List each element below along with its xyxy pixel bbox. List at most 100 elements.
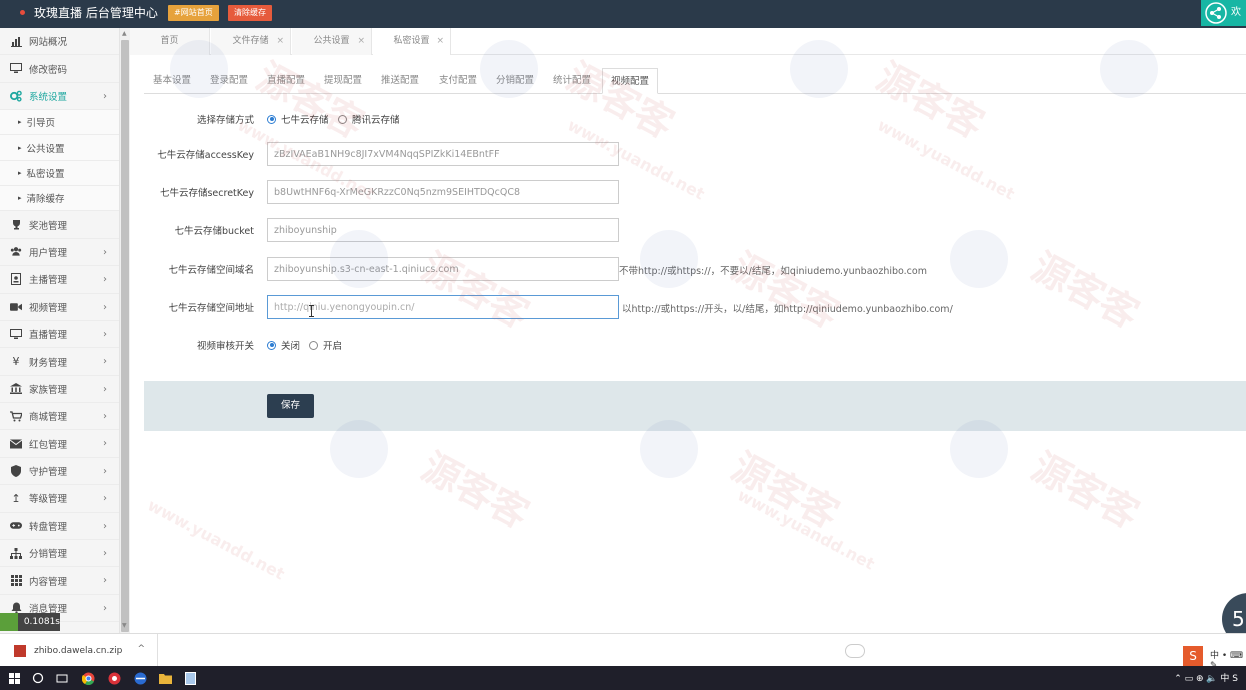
tab-public-settings[interactable]: 公共设置 ×: [292, 28, 372, 55]
video-icon: [10, 301, 22, 313]
zip-file-icon: [14, 644, 26, 657]
sidebar-item-live[interactable]: 直播管理 ›: [0, 321, 119, 349]
sidebar-item-videos[interactable]: 视频管理 ›: [0, 294, 119, 321]
radio-tencent[interactable]: 腾讯云存储: [338, 112, 400, 126]
share-icon: [1205, 2, 1227, 24]
sidebar-subitem-private[interactable]: ▸ 私密设置: [0, 160, 119, 187]
download-item[interactable]: zhibo.dawela.cn.zip ^: [0, 634, 158, 667]
sogou-ime-icon[interactable]: S: [1183, 646, 1203, 666]
sidebar-item-family[interactable]: 家族管理 ›: [0, 376, 119, 404]
task-view-icon[interactable]: [54, 670, 70, 686]
watermark-text: 源客客: [249, 54, 372, 147]
save-button[interactable]: 保存: [267, 394, 314, 418]
load-time: 0.1081s: [23, 617, 60, 627]
subtab-basic[interactable]: 基本设置: [153, 68, 191, 94]
access-key-input[interactable]: [267, 142, 619, 166]
subtab-video[interactable]: 视频配置: [602, 68, 659, 94]
scroll-thumb[interactable]: [121, 40, 129, 632]
sidebar-item-mall[interactable]: 商城管理 ›: [0, 403, 119, 431]
radio-qiniu[interactable]: 七牛云存储: [267, 112, 329, 126]
video-review-label: 视频审核开关: [196, 341, 254, 352]
secret-key-input[interactable]: [267, 180, 619, 204]
share-button[interactable]: [1201, 0, 1231, 26]
sidebar-subitem-public[interactable]: ▸ 公共设置: [0, 135, 119, 161]
watermark-text: 源客客: [869, 54, 992, 147]
sidebar-item-finance[interactable]: ¥ 财务管理 ›: [0, 348, 119, 376]
sidebar-item-system-settings[interactable]: 系统设置 ›: [0, 83, 119, 111]
cart-icon: [10, 410, 22, 422]
scroll-down-icon[interactable]: ▼: [122, 622, 127, 629]
app-red-icon[interactable]: [106, 670, 122, 686]
chevron-up-icon[interactable]: ^: [137, 644, 145, 654]
chevron-right-icon: ›: [103, 548, 107, 560]
desktop-icon: [10, 328, 22, 340]
close-icon[interactable]: ×: [436, 28, 444, 55]
subtab-statistics[interactable]: 统计配置: [553, 68, 591, 94]
chrome-icon[interactable]: [80, 670, 96, 686]
subtab-live[interactable]: 直播配置: [267, 68, 305, 94]
sidebar-item-red-packet[interactable]: 红包管理 ›: [0, 430, 119, 458]
close-icon[interactable]: ×: [276, 28, 284, 55]
watermark-text: 源客客: [559, 54, 682, 147]
chevron-right-icon: ›: [103, 274, 107, 286]
watermark-text: 源客客: [1024, 244, 1147, 337]
subtab-payment[interactable]: 支付配置: [439, 68, 477, 94]
sidebar-item-label: 直播管理: [29, 330, 68, 342]
tab-file-storage[interactable]: 文件存储 ×: [211, 28, 291, 55]
monitor-icon: [10, 63, 22, 75]
site-home-button[interactable]: #网站首页: [168, 5, 219, 21]
chevron-right-icon: ›: [103, 438, 107, 450]
caret-right-icon: ▸: [18, 168, 22, 177]
sidebar-item-jackpot[interactable]: 奖池管理: [0, 211, 119, 239]
sidebar-item-level[interactable]: ↥ 等级管理 ›: [0, 485, 119, 513]
radio-label: 开启: [323, 341, 343, 352]
sidebar-item-guard[interactable]: 守护管理 ›: [0, 458, 119, 486]
sidebar-subitem-clear-cache[interactable]: ▸ 清除缓存: [0, 186, 119, 212]
sidebar-item-label: 内容管理: [29, 576, 68, 588]
sidebar-item-turntable[interactable]: 转盘管理 ›: [0, 513, 119, 541]
chevron-right-icon: ›: [103, 602, 107, 614]
sidebar-item-content[interactable]: 内容管理 ›: [0, 567, 119, 595]
clear-cache-button[interactable]: 清除缓存: [228, 5, 272, 21]
radio-label: 关闭: [281, 341, 301, 352]
subtab-distribution[interactable]: 分销配置: [496, 68, 534, 94]
sidebar-item-distribution[interactable]: 分销管理 ›: [0, 540, 119, 568]
close-icon[interactable]: ×: [357, 28, 365, 55]
subtab-withdraw[interactable]: 提现配置: [324, 68, 362, 94]
sidebar-subitem-guide[interactable]: ▸ 引导页: [0, 110, 119, 136]
shield-icon: [10, 465, 22, 478]
radio-review-off[interactable]: 关闭: [267, 338, 300, 352]
sitemap-icon: [10, 547, 22, 559]
domain-input[interactable]: [267, 257, 619, 281]
chevron-right-icon: ›: [103, 356, 107, 368]
system-tray[interactable]: ⌃ ▭ ⊕ 🔈 中 S: [1174, 671, 1238, 684]
subtab-login[interactable]: 登录配置: [210, 68, 248, 94]
tab-private-settings[interactable]: 私密设置 ×: [373, 28, 451, 55]
scroll-up-icon[interactable]: ▲: [122, 30, 127, 37]
sidebar-item-anchors[interactable]: 主播管理 ›: [0, 266, 119, 294]
browser-blue-icon[interactable]: [132, 670, 148, 686]
bucket-input[interactable]: [267, 218, 619, 242]
bank-icon: [10, 383, 22, 395]
tab-home[interactable]: 首页: [130, 28, 210, 55]
sidebar-item-password[interactable]: 修改密码: [0, 55, 119, 83]
sidebar-subitem-label: 私密设置: [26, 168, 65, 180]
windows-start-icon[interactable]: [6, 670, 22, 686]
folder-icon[interactable]: [157, 670, 173, 686]
sidebar-subitem-label: 公共设置: [26, 143, 65, 155]
id-card-icon: [10, 273, 22, 286]
subtab-push[interactable]: 推送配置: [381, 68, 419, 94]
sidebar-item-label: 转盘管理: [29, 521, 68, 533]
radio-review-on[interactable]: 开启: [309, 338, 342, 352]
caret-right-icon: ▸: [18, 194, 22, 203]
chevron-right-icon: ›: [103, 383, 107, 395]
search-circle-icon[interactable]: [30, 670, 46, 686]
sidebar-item-overview[interactable]: 网站概况: [0, 28, 119, 56]
sidebar-item-users[interactable]: 用户管理 ›: [0, 239, 119, 267]
chevron-right-icon: ›: [103, 301, 107, 313]
notepad-icon[interactable]: [182, 670, 198, 686]
sidebar-item-label: 主播管理: [29, 275, 68, 287]
download-file-name: zhibo.dawela.cn.zip: [34, 645, 123, 656]
space-url-input[interactable]: [267, 295, 619, 319]
watermark-logo-icon: [640, 230, 698, 288]
